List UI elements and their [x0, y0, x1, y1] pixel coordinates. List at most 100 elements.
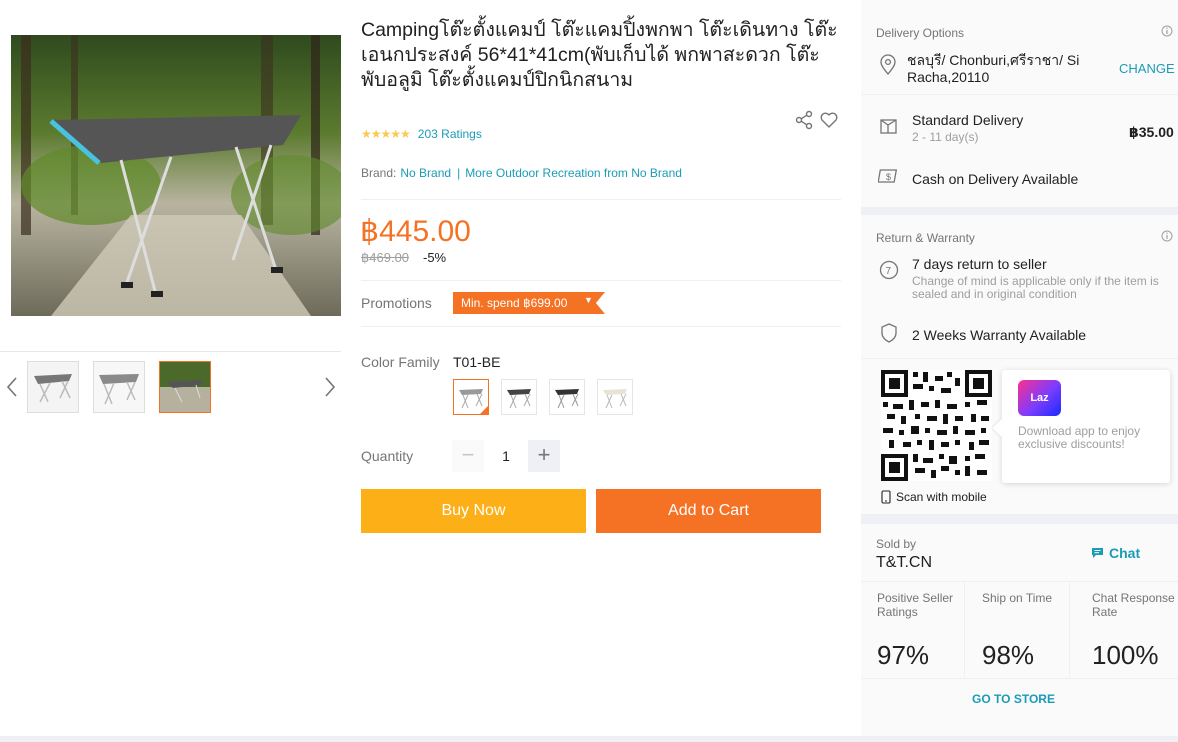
metric-value: 100% — [1092, 640, 1159, 670]
seller-name[interactable]: T&T.CN — [876, 554, 932, 571]
current-price: ฿445.00 — [360, 215, 471, 248]
folding-table-photo — [11, 35, 341, 316]
shield-icon — [878, 322, 900, 344]
cash-on-delivery-text: Cash on Delivery Available — [912, 171, 1079, 187]
scan-with-mobile-text: Scan with mobile — [896, 490, 987, 504]
return-policy-title: 7 days return to seller — [912, 256, 1047, 272]
info-icon — [1161, 230, 1173, 242]
share-button[interactable] — [794, 110, 814, 130]
quantity-input[interactable] — [488, 448, 524, 464]
color-swatch-4[interactable] — [597, 379, 633, 415]
return-days-icon: 7 — [878, 259, 900, 281]
heart-icon — [820, 112, 838, 128]
app-download-card[interactable]: Laz Download app to enjoy exclusive disc… — [1002, 370, 1170, 483]
gallery-thumbnail-1[interactable] — [27, 361, 79, 413]
qr-code-icon — [881, 370, 992, 481]
package-icon — [878, 115, 900, 137]
sold-by-label: Sold by — [876, 537, 917, 551]
star-rating-icon: ★★★★★ — [361, 127, 411, 141]
metric-label: Positive Seller Ratings — [877, 591, 954, 619]
chevron-right-icon — [325, 377, 336, 397]
divider — [861, 678, 1178, 679]
chat-with-seller-button[interactable]: Chat — [1091, 545, 1140, 561]
thumbnail-table-image — [28, 362, 78, 412]
product-title: Campingโต๊ะตั้งแคมป์ โต๊ะแคมปิ้งพกพา โต๊… — [361, 19, 838, 91]
app-download-qr-code — [881, 370, 992, 481]
lazada-app-logo: Laz — [1018, 380, 1061, 416]
go-to-store-link[interactable]: GO TO STORE — [861, 692, 1178, 706]
thumbnail-forest-table-image — [160, 362, 210, 412]
cash-on-delivery-icon: $ — [877, 166, 900, 188]
brand-label: Brand: — [361, 166, 397, 180]
gallery-prev-button[interactable] — [3, 372, 23, 402]
quantity-increase-button[interactable]: + — [528, 440, 560, 472]
divider — [861, 358, 1178, 359]
thumbnail-table-image — [94, 362, 144, 412]
divider — [861, 94, 1178, 95]
delivery-options-title: Delivery Options — [876, 26, 965, 40]
page-bottom-bar — [0, 736, 1178, 742]
divider — [361, 326, 841, 327]
return-warranty-title: Return & Warranty — [876, 231, 975, 245]
standard-delivery-price: ฿35.00 — [1129, 124, 1174, 140]
seller-metric-ship-on-time: Ship on Time 98% — [966, 582, 1070, 678]
plus-icon: + — [537, 442, 551, 467]
ratings-link[interactable]: 203 Ratings — [418, 127, 482, 141]
change-location-link[interactable]: CHANGE — [1119, 61, 1175, 76]
svg-text:7: 7 — [886, 266, 892, 277]
warranty-info-button[interactable] — [1161, 229, 1173, 242]
seller-metric-chat-response: Chat Response Rate 100% — [1076, 582, 1178, 678]
section-gap — [861, 207, 1178, 215]
scan-with-mobile: Scan with mobile — [881, 490, 987, 504]
brand-row: Brand: No Brand | More Outdoor Recreatio… — [361, 166, 682, 180]
svg-text:$: $ — [886, 172, 891, 182]
wishlist-button[interactable] — [819, 110, 839, 130]
swatch-table-image — [459, 389, 488, 414]
swatch-table-image — [555, 389, 579, 409]
color-swatch-1[interactable] — [453, 379, 489, 415]
caret-down-icon: ▼ — [584, 295, 593, 305]
share-icon — [795, 110, 813, 130]
add-to-cart-button[interactable]: Add to Cart — [596, 489, 821, 533]
gallery-thumbnail-2[interactable] — [93, 361, 145, 413]
color-family-value: T01-BE — [453, 354, 501, 370]
quantity-decrease-button[interactable]: − — [452, 440, 484, 472]
return-policy-detail: Change of mind is applicable only if the… — [912, 274, 1159, 301]
buy-now-button[interactable]: Buy Now — [361, 489, 586, 533]
gallery-divider — [0, 351, 341, 352]
standard-delivery-eta: 2 - 11 day(s) — [912, 130, 979, 144]
section-gap — [861, 514, 1178, 524]
warranty-text: 2 Weeks Warranty Available — [912, 327, 1087, 343]
color-swatch-2[interactable] — [501, 379, 537, 415]
metric-value: 98% — [982, 640, 1035, 670]
product-main-image[interactable] — [11, 35, 341, 316]
app-download-text: Download app to enjoy exclusive discount… — [1018, 424, 1141, 451]
promotions-label: Promotions — [361, 295, 432, 311]
gallery-next-button[interactable] — [320, 372, 340, 402]
brand-link[interactable]: No Brand — [400, 166, 451, 180]
more-from-brand-link[interactable]: More Outdoor Recreation from No Brand — [465, 166, 682, 180]
rating-summary: ★★★★★ 203 Ratings — [361, 127, 482, 141]
swatch-table-image — [507, 389, 531, 409]
metric-label: Ship on Time — [982, 591, 1053, 605]
chevron-left-icon — [6, 377, 17, 397]
divider — [361, 199, 841, 200]
info-icon — [1161, 25, 1173, 37]
quantity-label: Quantity — [361, 448, 414, 464]
brand-separator: | — [457, 166, 461, 180]
promotion-tag[interactable]: Min. spend ฿699.00 ▼ — [453, 292, 605, 314]
seller-metric-positive-ratings: Positive Seller Ratings 97% — [861, 582, 965, 678]
mobile-phone-icon — [881, 490, 891, 504]
chat-label: Chat — [1109, 545, 1141, 561]
location-pin-icon — [877, 54, 899, 76]
standard-delivery-title: Standard Delivery — [912, 112, 1024, 128]
delivery-location: ชลบุรี/ Chonburi,ศรีราชา/ Si Racha,20110 — [907, 52, 1080, 85]
minus-icon: − — [461, 442, 475, 467]
delivery-info-button[interactable] — [1161, 24, 1173, 37]
discount-percent: -5% — [423, 250, 447, 265]
metric-label: Chat Response Rate — [1092, 591, 1175, 619]
metric-value: 97% — [877, 640, 930, 670]
color-swatch-3[interactable] — [549, 379, 585, 415]
gallery-thumbnail-3[interactable] — [159, 361, 211, 413]
original-price: ฿469.00 — [361, 250, 410, 265]
